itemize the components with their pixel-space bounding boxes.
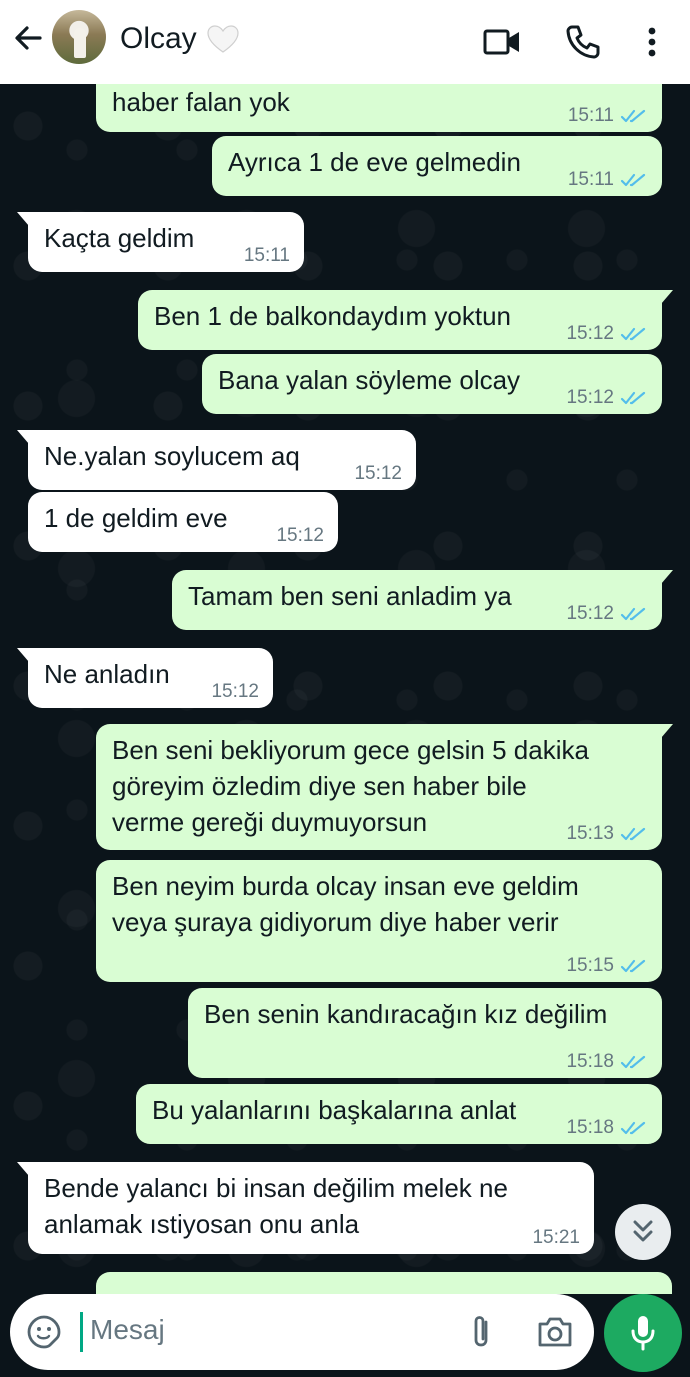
bubble-tail — [17, 1162, 29, 1176]
microphone-button[interactable] — [604, 1294, 682, 1372]
message-time: 15:18 — [566, 1117, 614, 1138]
incoming-message-bubble[interactable]: Bende yalancı bi insan değilim melek ne … — [17, 1162, 594, 1254]
message-time: 15:12 — [566, 387, 614, 408]
outgoing-message-bubble[interactable]: Ayrıca 1 de eve gelmedin 15:11 — [212, 136, 662, 196]
read-receipt-icon — [620, 827, 646, 841]
paperclip-icon[interactable] — [466, 1312, 496, 1352]
read-receipt-icon — [620, 173, 646, 187]
message-time: 15:21 — [532, 1227, 580, 1248]
message-time: 15:12 — [354, 463, 402, 484]
message-meta: 15:12 — [211, 682, 259, 702]
outgoing-message-bubble[interactable]: Ben neyim burda olcay insan eve geldim v… — [96, 860, 662, 982]
message-meta: 15:13 — [566, 824, 648, 844]
chat-area[interactable]: haber falan yok 15:11 Ayrıca 1 de eve gelm… — [0, 84, 690, 1294]
outgoing-message-bubble[interactable]: Bu yalanlarını başkalarına anlat 15:18 — [136, 1084, 662, 1144]
outgoing-message-bubble[interactable]: Ben seni bekliyorum gece gelsin 5 dakika… — [96, 724, 673, 850]
bubble-tail — [661, 724, 673, 738]
chat-header: Olcay — [0, 0, 690, 84]
message-input[interactable]: Mesaj — [90, 1314, 165, 1346]
message-meta: 15:12 — [566, 604, 648, 624]
message-time: 15:11 — [567, 169, 614, 190]
read-receipt-icon — [620, 327, 646, 341]
outgoing-message-bubble[interactable]: Ben 1 de balkondaydım yoktun 15:12 — [138, 290, 673, 350]
camera-icon[interactable] — [536, 1314, 574, 1350]
bubble-tail — [661, 290, 673, 304]
message-time: 15:12 — [211, 681, 259, 702]
scroll-to-bottom-button[interactable] — [615, 1204, 671, 1260]
microphone-icon — [631, 1316, 655, 1351]
message-text: Bende yalancı bi insan değilim melek ne … — [44, 1173, 508, 1239]
outgoing-message-bubble[interactable]: Tamam ben seni anladim ya 15:12 — [172, 570, 673, 630]
message-meta: 15:15 — [566, 956, 648, 976]
phone-icon[interactable] — [563, 22, 603, 62]
message-text: Ben neyim burda olcay insan eve geldim v… — [112, 871, 579, 937]
message-time: 15:13 — [566, 823, 614, 844]
bubble-tail — [17, 212, 29, 226]
message-meta: 15:12 — [276, 526, 324, 546]
incoming-message-bubble[interactable]: 1 de geldim eve 15:12 — [28, 492, 338, 552]
read-receipt-icon — [620, 1055, 646, 1069]
double-chevron-down-icon — [633, 1220, 653, 1242]
message-meta: 15:21 — [532, 1228, 580, 1248]
bubble-tail — [17, 648, 29, 662]
text-cursor — [80, 1312, 83, 1352]
message-text: Ne.yalan soylucem aq — [44, 441, 300, 471]
outgoing-message-bubble-partial[interactable] — [96, 1272, 672, 1294]
white-heart-icon — [207, 25, 239, 53]
incoming-message-bubble[interactable]: Ne.yalan soylucem aq 15:12 — [17, 430, 416, 490]
message-time: 15:11 — [567, 105, 614, 126]
message-meta: 15:11 — [244, 246, 290, 266]
more-vertical-icon[interactable] — [632, 22, 672, 62]
message-meta: 15:12 — [566, 324, 648, 344]
incoming-message-bubble[interactable]: Kaçta geldim 15:11 — [17, 212, 304, 272]
message-meta: 15:12 — [566, 388, 648, 408]
read-receipt-icon — [620, 109, 646, 123]
message-meta: 15:11 — [568, 106, 648, 126]
message-time: 15:11 — [243, 245, 290, 266]
message-time: 15:18 — [566, 1051, 614, 1072]
message-text: haber falan yok — [112, 87, 290, 117]
message-time: 15:12 — [566, 603, 614, 624]
read-receipt-icon — [620, 1121, 646, 1135]
message-meta: 15:18 — [566, 1118, 648, 1138]
message-time: 15:15 — [566, 955, 614, 976]
message-meta: 15:11 — [568, 170, 648, 190]
bubble-tail — [661, 570, 673, 584]
message-time: 15:12 — [276, 525, 324, 546]
message-composer[interactable]: Mesaj — [10, 1294, 594, 1370]
outgoing-message-bubble[interactable]: Ben senin kandıracağın kız değilim 15:18 — [188, 988, 662, 1078]
video-call-icon[interactable] — [482, 22, 522, 62]
back-arrow-icon[interactable] — [10, 20, 46, 56]
incoming-message-bubble[interactable]: Ne anladın 15:12 — [17, 648, 273, 708]
contact-name[interactable]: Olcay — [120, 22, 197, 56]
outgoing-message-bubble[interactable]: Bana yalan söyleme olcay 15:12 — [202, 354, 662, 414]
outgoing-message-bubble[interactable]: haber falan yok 15:11 — [96, 84, 662, 132]
read-receipt-icon — [620, 391, 646, 405]
message-time: 15:12 — [566, 323, 614, 344]
message-text: Ben senin kandıracağın kız değilim — [204, 999, 608, 1029]
read-receipt-icon — [620, 959, 646, 973]
contact-avatar[interactable] — [52, 10, 106, 64]
read-receipt-icon — [620, 607, 646, 621]
bubble-tail — [17, 430, 29, 444]
message-meta: 15:12 — [354, 464, 402, 484]
sticker-smiley-icon[interactable] — [26, 1314, 62, 1350]
message-meta: 15:18 — [566, 1052, 648, 1072]
